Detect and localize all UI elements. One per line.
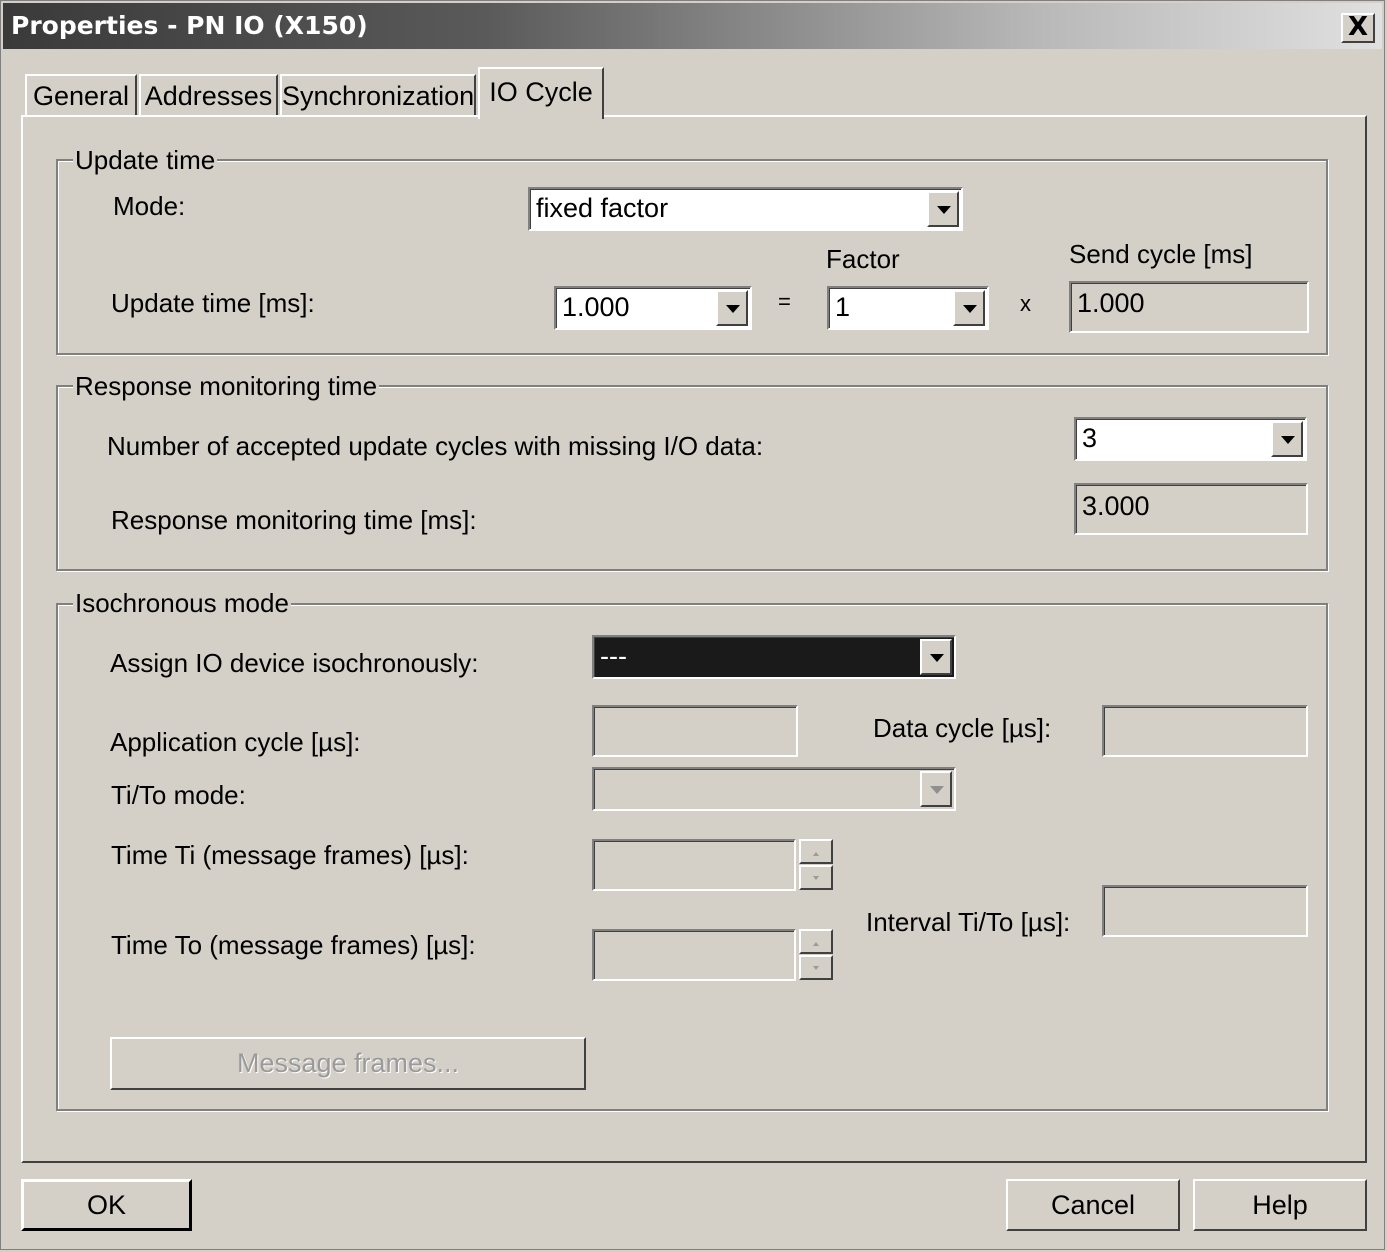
accepted-cycles-label: Number of accepted update cycles with mi… — [107, 431, 764, 461]
application-cycle-label: Application cycle [µs]: — [110, 727, 361, 757]
chevron-down-icon[interactable] — [920, 771, 952, 807]
data-cycle-label: Data cycle [µs]: — [873, 713, 1052, 743]
spin-down-icon — [813, 966, 819, 970]
time-to-label: Time To (message frames) [µs]: — [111, 930, 476, 960]
assign-io-device-select[interactable]: --- — [592, 635, 956, 679]
window-title: Properties - PN IO (X150) — [11, 11, 368, 40]
spin-down-icon — [813, 876, 819, 880]
mode-select[interactable]: fixed factor — [528, 187, 963, 231]
update-time-select[interactable]: 1.000 — [554, 286, 752, 330]
assign-io-device-label: Assign IO device isochronously: — [110, 648, 479, 678]
tab-synchronization[interactable]: Synchronization — [280, 74, 476, 116]
response-monitoring-legend: Response monitoring time — [73, 371, 380, 402]
time-ti-spin-down[interactable] — [799, 865, 833, 890]
interval-tito-label: Interval Ti/To [µs]: — [866, 907, 1071, 937]
interval-tito-field — [1102, 885, 1308, 937]
accepted-cycles-select[interactable]: 3 — [1074, 417, 1307, 461]
monitoring-time-label: Response monitoring time [ms]: — [111, 505, 477, 535]
tab-general[interactable]: General — [25, 74, 137, 116]
time-ti-field — [592, 839, 796, 891]
spin-up-icon — [813, 942, 819, 946]
update-time-select-value: 1.000 — [562, 292, 630, 322]
mode-select-value: fixed factor — [536, 193, 669, 223]
accepted-cycles-select-value: 3 — [1082, 423, 1098, 453]
factor-select[interactable]: 1 — [827, 286, 989, 330]
time-ti-spin-up[interactable] — [799, 839, 833, 864]
assign-io-device-value: --- — [600, 641, 627, 671]
monitoring-time-field: 3.000 — [1074, 483, 1308, 535]
chevron-down-icon[interactable] — [716, 290, 748, 326]
application-cycle-field — [592, 705, 798, 757]
mode-label: Mode: — [113, 191, 186, 221]
message-frames-button[interactable]: Message frames... — [110, 1037, 586, 1090]
factor-header: Factor — [826, 244, 900, 274]
chevron-down-icon[interactable] — [1271, 421, 1303, 457]
tab-io-cycle[interactable]: IO Cycle — [478, 67, 604, 119]
spin-up-icon — [813, 852, 819, 856]
ok-button[interactable]: OK — [21, 1179, 192, 1231]
title-bar: Properties - PN IO (X150) X — [3, 3, 1382, 49]
send-cycle-field: 1.000 — [1069, 281, 1309, 333]
help-button[interactable]: Help — [1193, 1179, 1367, 1231]
response-monitoring-group — [56, 385, 1328, 571]
tito-mode-select[interactable] — [592, 767, 956, 811]
time-ti-label: Time Ti (message frames) [µs]: — [111, 840, 469, 870]
equals-sign: = — [778, 289, 791, 314]
tab-addresses[interactable]: Addresses — [139, 74, 278, 116]
update-time-label: Update time [ms]: — [111, 288, 315, 318]
factor-select-value: 1 — [835, 292, 851, 322]
tito-mode-label: Ti/To mode: — [111, 780, 246, 810]
time-to-spin-down[interactable] — [799, 955, 833, 980]
chevron-down-icon[interactable] — [927, 191, 959, 227]
time-to-spin-up[interactable] — [799, 929, 833, 954]
cancel-button[interactable]: Cancel — [1006, 1179, 1180, 1231]
data-cycle-field — [1102, 705, 1308, 757]
time-to-field — [592, 929, 796, 981]
multiply-sign: x — [1020, 291, 1031, 316]
close-button[interactable]: X — [1341, 13, 1375, 43]
chevron-down-icon[interactable] — [920, 639, 952, 675]
isochronous-legend: Isochronous mode — [73, 588, 291, 619]
send-cycle-header: Send cycle [ms] — [1069, 239, 1253, 269]
chevron-down-icon[interactable] — [953, 290, 985, 326]
update-time-legend: Update time — [73, 145, 218, 176]
properties-dialog: Properties - PN IO (X150) X General Addr… — [0, 0, 1385, 1250]
